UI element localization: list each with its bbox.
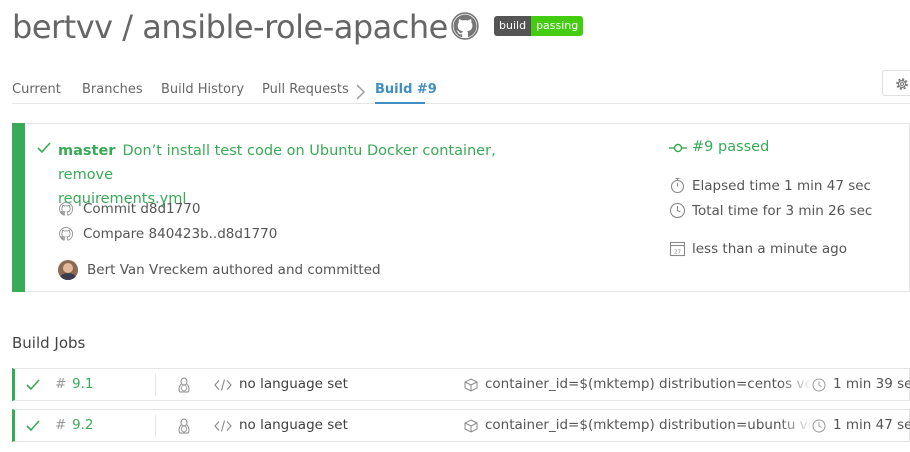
svg-text:27: 27 bbox=[674, 250, 681, 256]
tab-build-history[interactable]: Build History bbox=[161, 82, 244, 97]
active-tab-indicator bbox=[375, 102, 425, 104]
total-time: Total time for 3 min 26 sec bbox=[692, 203, 873, 219]
build-status-badge[interactable]: build passing bbox=[494, 16, 584, 36]
build-number-status[interactable]: #9 passed bbox=[692, 139, 769, 155]
github-icon[interactable] bbox=[451, 12, 479, 40]
linux-icon bbox=[178, 377, 190, 393]
code-icon bbox=[214, 420, 232, 432]
repo-title: bertvv / ansible-role-apache bbox=[12, 8, 448, 46]
job-duration: 1 min 39 sec bbox=[833, 376, 910, 392]
compare-link[interactable]: Compare 840423b..d8d1770 bbox=[83, 226, 277, 242]
author-avatar bbox=[58, 260, 78, 280]
job-language: no language set bbox=[239, 376, 348, 392]
tabs-divider bbox=[12, 103, 910, 104]
hash-icon: # bbox=[55, 376, 67, 392]
stopwatch-icon bbox=[670, 177, 685, 194]
clock-icon bbox=[669, 202, 686, 219]
author-line: Bert Van Vreckem authored and committed bbox=[87, 262, 381, 278]
env-fade bbox=[780, 369, 812, 400]
check-icon bbox=[26, 420, 40, 432]
job-divider bbox=[155, 415, 156, 437]
hash-icon: # bbox=[55, 417, 67, 433]
badge-status: passing bbox=[531, 16, 584, 36]
title-separator: / bbox=[122, 8, 133, 46]
job-duration: 1 min 47 sec bbox=[833, 417, 910, 433]
tab-current[interactable]: Current bbox=[12, 82, 61, 97]
build-status-stripe bbox=[12, 123, 25, 292]
commit-icon bbox=[58, 202, 74, 216]
calendar-icon: 27 bbox=[669, 241, 686, 257]
job-row[interactable]: # 9.1 no language set container_id=$(mkt… bbox=[12, 368, 910, 401]
commit-link[interactable]: Commit d8d1770 bbox=[83, 201, 200, 217]
box-icon bbox=[464, 378, 478, 392]
check-icon bbox=[26, 379, 40, 391]
badge-label: build bbox=[494, 16, 532, 36]
chevron-right-icon bbox=[356, 84, 365, 100]
job-divider bbox=[155, 374, 156, 396]
commit-node-icon bbox=[669, 143, 687, 153]
tab-branches[interactable]: Branches bbox=[82, 82, 143, 97]
branch-name[interactable]: master bbox=[58, 143, 115, 159]
box-icon bbox=[464, 419, 478, 433]
job-row[interactable]: # 9.2 no language set container_id=$(mkt… bbox=[12, 409, 910, 442]
build-jobs-title: Build Jobs bbox=[12, 334, 86, 352]
commit-message-line1: Don’t install test code on Ubuntu Docker… bbox=[58, 143, 496, 183]
check-icon bbox=[37, 142, 51, 154]
env-fade bbox=[780, 410, 812, 441]
linux-icon bbox=[178, 418, 190, 434]
code-icon bbox=[214, 379, 232, 391]
job-env: container_id=$(mktemp) distribution=cent… bbox=[485, 376, 810, 392]
elapsed-time: Elapsed time 1 min 47 sec bbox=[692, 178, 871, 194]
repo-owner[interactable]: bertvv bbox=[12, 8, 113, 46]
clock-icon bbox=[812, 419, 826, 433]
tab-pull-requests[interactable]: Pull Requests bbox=[262, 82, 349, 97]
compare-icon bbox=[58, 227, 74, 241]
tab-build-9[interactable]: Build #9 bbox=[375, 82, 437, 97]
settings-button[interactable] bbox=[882, 70, 910, 96]
repo-name[interactable]: ansible-role-apache bbox=[142, 8, 448, 46]
gear-icon bbox=[896, 78, 908, 90]
clock-icon bbox=[812, 378, 826, 392]
job-env: container_id=$(mktemp) distribution=ubun… bbox=[485, 417, 810, 433]
job-number[interactable]: 9.1 bbox=[72, 369, 93, 400]
job-number[interactable]: 9.2 bbox=[72, 410, 93, 441]
job-language: no language set bbox=[239, 417, 348, 433]
finished-ago: less than a minute ago bbox=[692, 241, 847, 257]
